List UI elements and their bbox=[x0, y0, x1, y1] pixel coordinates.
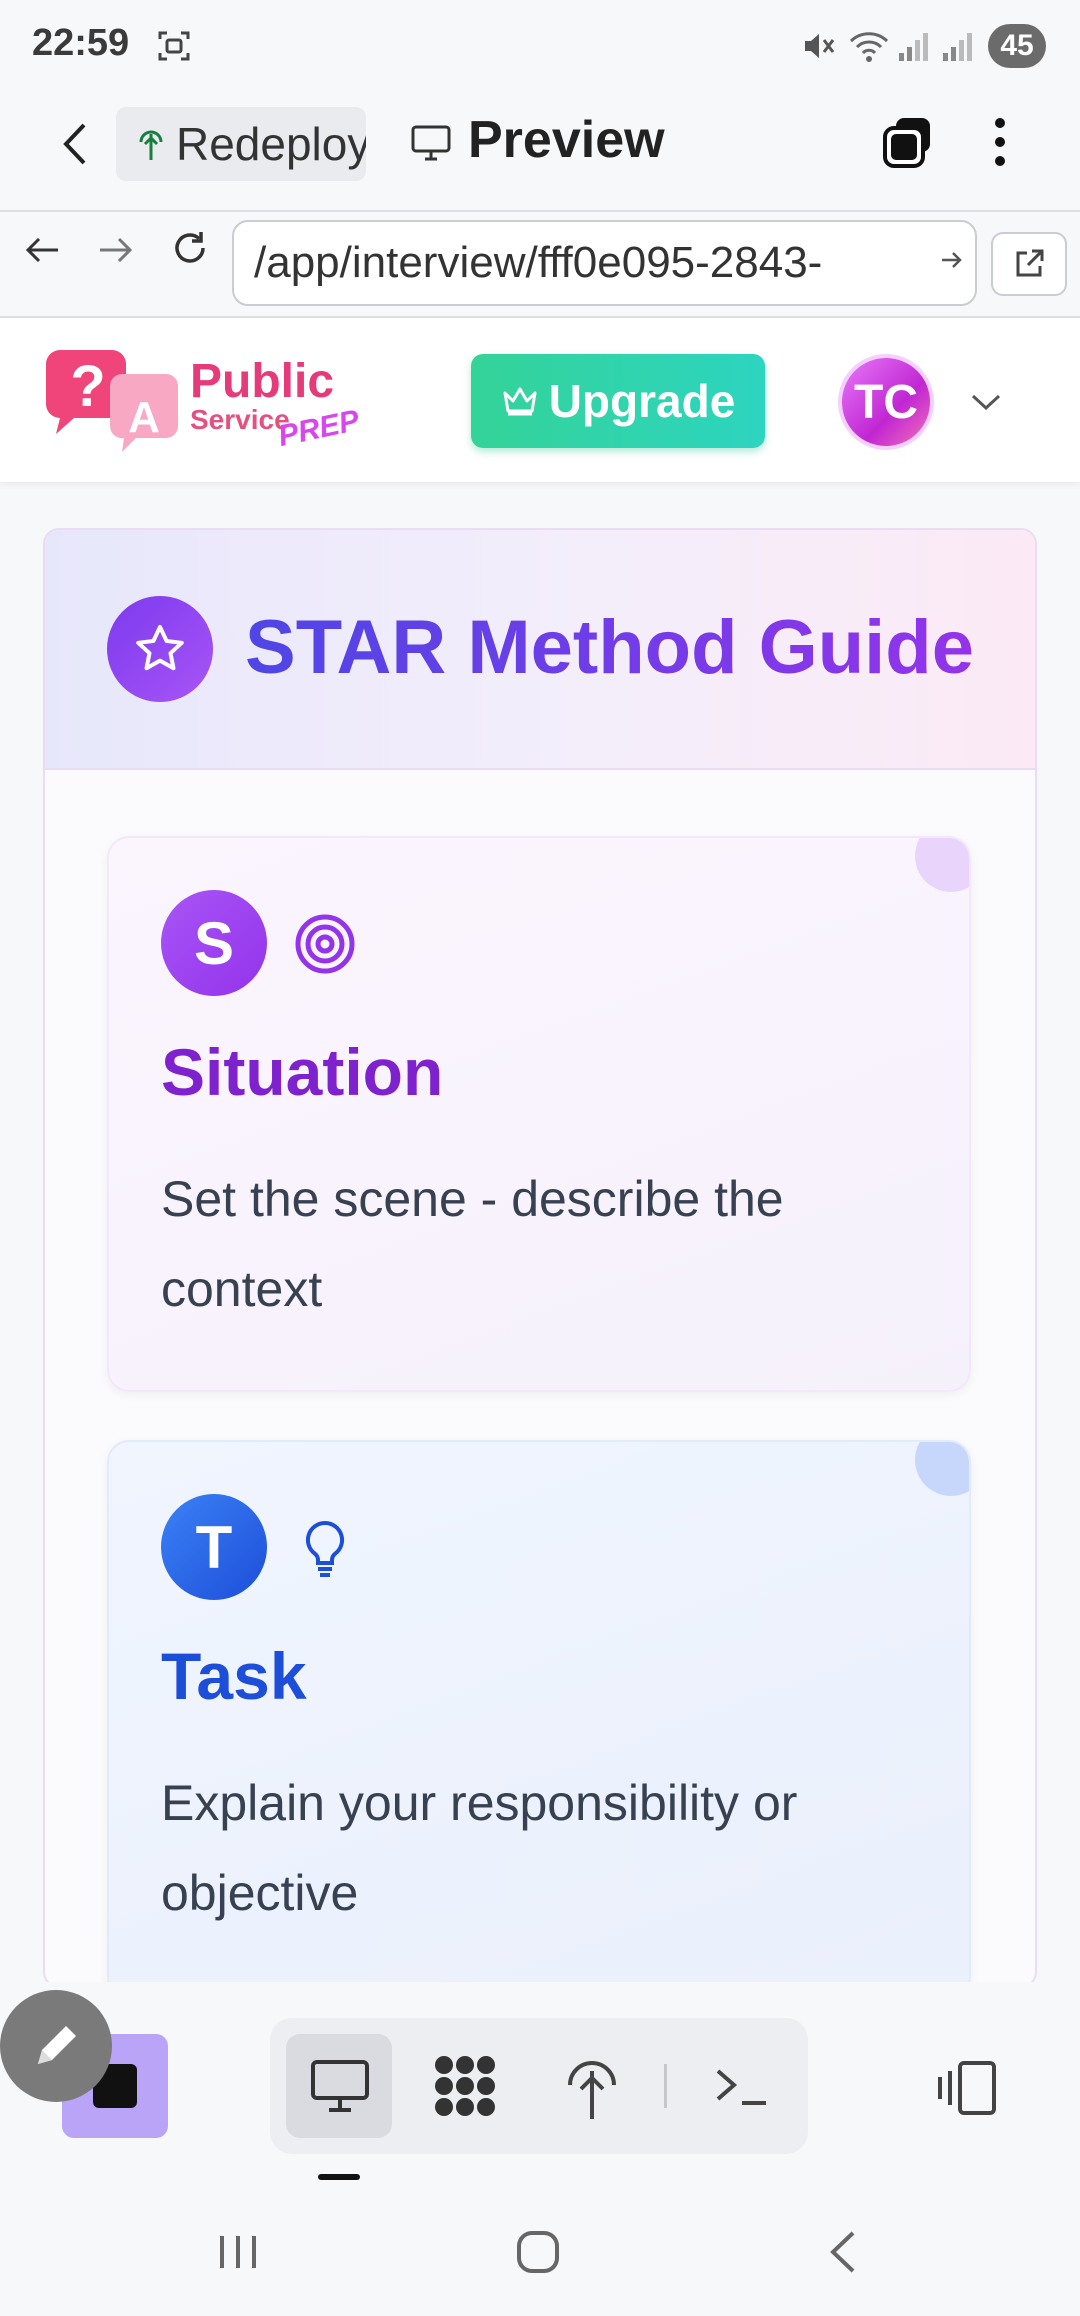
svg-text:?: ? bbox=[70, 354, 105, 419]
replit-icon[interactable] bbox=[420, 2046, 510, 2126]
battery-indicator: 45 bbox=[988, 24, 1046, 68]
upgrade-button[interactable]: Upgrade bbox=[471, 354, 765, 448]
guide-header: STAR Method Guide bbox=[45, 530, 1035, 770]
reload-icon[interactable] bbox=[168, 226, 212, 270]
chevron-down-icon[interactable] bbox=[966, 382, 1006, 422]
url-text: /app/interview/fff0e095-2843- bbox=[254, 238, 823, 287]
open-external-button[interactable] bbox=[991, 232, 1067, 296]
logo[interactable]: ? A Public Service PREP bbox=[40, 346, 362, 462]
guide-title: STAR Method Guide bbox=[245, 605, 974, 690]
star-step-situation: S Situation Set the scene - describe the… bbox=[107, 836, 971, 1392]
url-go-icon[interactable] bbox=[938, 246, 966, 274]
target-icon bbox=[293, 912, 357, 976]
decorative-dot bbox=[915, 838, 969, 892]
page-title: Preview bbox=[468, 111, 665, 169]
browser-back-icon[interactable] bbox=[20, 228, 64, 272]
browser-forward-icon[interactable] bbox=[94, 228, 138, 272]
step-description: Explain your responsibility or objective bbox=[161, 1775, 798, 1921]
signal-icon-2 bbox=[940, 28, 976, 64]
wifi-icon bbox=[848, 28, 890, 64]
chip-label: Redeploy bbox=[176, 118, 366, 170]
device-layout-icon[interactable] bbox=[922, 2048, 1012, 2128]
step-letter-badge: T bbox=[161, 1494, 267, 1600]
active-tab-indicator bbox=[318, 2174, 360, 2180]
upgrade-label: Upgrade bbox=[548, 375, 736, 427]
back-arrow-icon[interactable] bbox=[50, 114, 100, 174]
monitor-icon bbox=[300, 2052, 380, 2122]
crown-icon bbox=[501, 385, 539, 417]
logo-text-public: Public bbox=[190, 355, 335, 408]
system-back-icon[interactable] bbox=[810, 2226, 874, 2278]
step-title: Situation bbox=[161, 1035, 444, 1109]
star-icon bbox=[107, 596, 213, 702]
divider bbox=[664, 2064, 667, 2108]
url-field[interactable]: /app/interview/fff0e095-2843- bbox=[232, 220, 977, 306]
svg-text:A: A bbox=[128, 393, 160, 442]
pencil-icon bbox=[28, 2018, 84, 2074]
screenshot-icon bbox=[156, 28, 192, 64]
signal-icon bbox=[896, 28, 932, 64]
step-title: Task bbox=[161, 1639, 307, 1713]
monitor-icon bbox=[408, 120, 454, 166]
lightbulb-icon bbox=[293, 1516, 357, 1580]
recent-apps-icon[interactable] bbox=[206, 2226, 270, 2278]
edit-fab[interactable] bbox=[0, 1990, 112, 2102]
mute-icon bbox=[800, 28, 836, 64]
status-time: 22:59 bbox=[32, 22, 130, 64]
more-menu-icon[interactable] bbox=[980, 112, 1020, 172]
star-step-task: T Task Explain your responsibility or ob… bbox=[107, 1440, 971, 1986]
deploy-icon bbox=[136, 126, 166, 162]
step-description: Set the scene - describe the context bbox=[161, 1171, 784, 1317]
tabs-icon[interactable] bbox=[878, 112, 938, 172]
step-letter-badge: S bbox=[161, 890, 267, 996]
star-guide-card: STAR Method Guide S Situation Set the sc… bbox=[43, 528, 1037, 1988]
home-icon[interactable] bbox=[506, 2226, 570, 2278]
avatar[interactable]: TC bbox=[838, 354, 934, 450]
decorative-dot bbox=[915, 1442, 969, 1496]
open-external-icon bbox=[1012, 247, 1046, 281]
terminal-icon[interactable] bbox=[702, 2052, 782, 2122]
deploy-icon[interactable] bbox=[552, 2048, 632, 2128]
redeploy-chip[interactable]: Redeploy bbox=[116, 107, 366, 181]
